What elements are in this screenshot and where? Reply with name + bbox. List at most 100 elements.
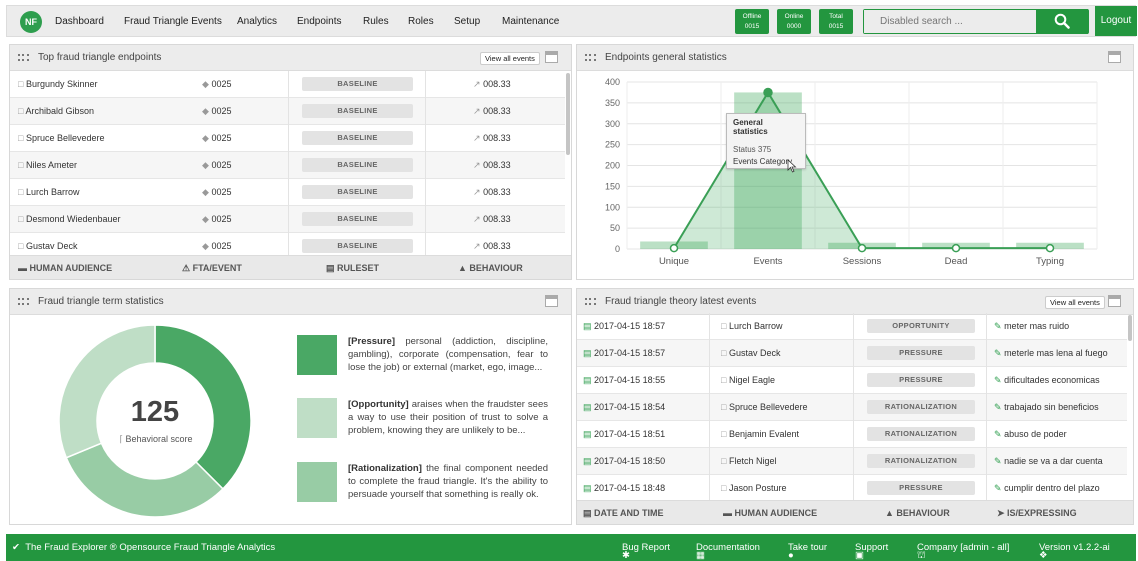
event-endpoint[interactable]: □ Spruce Bellevedere — [721, 402, 808, 412]
github-icon: ❖ — [1039, 550, 1048, 561]
general-stats-chart[interactable]: 0 50 100 150 200 250 300 350 400 Unique Events Sess… — [577, 72, 1133, 280]
endpoint-name[interactable]: □ Desmond Wiedenbauer — [18, 214, 121, 224]
search-button[interactable] — [1036, 9, 1088, 34]
endpoint-name[interactable]: □ Burgundy Skinner — [18, 79, 98, 89]
event-date: ▤ 2017-04-15 18:48 — [583, 483, 666, 493]
footer-take-tour-link[interactable]: ● Take tour — [788, 542, 827, 561]
calendar-icon: ▤ — [583, 348, 592, 358]
pressure-swatch — [297, 335, 337, 375]
event-row[interactable]: ▤ 2017-04-15 18:57 □ Gustav Deck PRESSURE ✎… — [577, 340, 1127, 367]
footer-company-link[interactable]: ⛫ Company [admin - all] — [917, 542, 1009, 561]
endpoint-name[interactable]: □ Niles Ameter — [18, 160, 77, 170]
maximize-icon[interactable] — [1108, 295, 1121, 307]
laptop-icon: □ — [18, 187, 24, 197]
document-icon: ▦ — [696, 550, 705, 561]
scrollbar[interactable] — [566, 73, 570, 155]
event-row[interactable]: ▤ 2017-04-15 18:54 □ Spruce Bellevedere RA… — [577, 394, 1127, 421]
footer-support-link[interactable]: ▣ Support — [855, 542, 888, 561]
endpoint-row[interactable]: □ Gustav Deck ◆ 0025 BASELINE ↗ 008.33 — [10, 233, 565, 257]
event-endpoint[interactable]: □ Jason Posture — [721, 483, 787, 493]
ruleset-pill: BASELINE — [302, 212, 413, 226]
event-row[interactable]: ▤ 2017-04-15 18:51 □ Benjamin Evalent RATI… — [577, 421, 1127, 448]
drag-grip-icon[interactable] — [585, 298, 597, 306]
endpoint-row[interactable]: □ Niles Ameter ◆ 0025 BASELINE ↗ 008.33 — [10, 152, 565, 179]
app-logo[interactable]: NF — [20, 11, 42, 33]
event-phrase[interactable]: ✎ meterle mas lena al fuego — [994, 348, 1108, 359]
endpoint-name[interactable]: □ Archibald Gibson — [18, 106, 94, 116]
view-all-events-button[interactable]: View all events — [480, 52, 540, 65]
line-chart-icon: ↗ — [473, 160, 481, 170]
donut-slice-rationalization[interactable] — [65, 442, 224, 518]
drag-grip-icon[interactable] — [18, 298, 30, 306]
footer-bug-report-link[interactable]: ✱ Bug Report — [622, 542, 670, 561]
nav-setup[interactable]: Setup — [454, 16, 480, 27]
drag-grip-icon[interactable] — [18, 54, 30, 62]
endpoint-row[interactable]: □ Desmond Wiedenbauer ◆ 0025 BASELINE ↗ 008… — [10, 206, 565, 233]
nav-rules[interactable]: Rules — [363, 16, 389, 27]
endpoint-score: ↗ 008.33 — [473, 160, 511, 170]
nav-fraud-triangle-events[interactable]: Fraud Triangle Events — [124, 16, 222, 27]
laptop-icon: □ — [18, 241, 24, 251]
event-endpoint[interactable]: □ Fletch Nigel — [721, 456, 776, 466]
maximize-icon[interactable] — [545, 295, 558, 307]
edit-icon: ✎ — [994, 429, 1002, 439]
event-phrase[interactable]: ✎ trabajado sin beneficios — [994, 402, 1099, 413]
nav-maintenance[interactable]: Maintenance — [502, 16, 559, 27]
event-row[interactable]: ▤ 2017-04-15 18:50 □ Fletch Nigel RATIONAL… — [577, 448, 1127, 475]
endpoint-count: ◆ 0025 — [202, 241, 232, 251]
event-endpoint[interactable]: □ Lurch Barrow — [721, 321, 782, 331]
event-phrase[interactable]: ✎ dificultades economicas — [994, 375, 1100, 386]
event-phrase[interactable]: ✎ meter mas ruido — [994, 321, 1069, 332]
laptop-icon: □ — [721, 483, 727, 493]
event-phrase[interactable]: ✎ nadie se va a dar cuenta — [994, 456, 1103, 467]
endpoint-name[interactable]: □ Lurch Barrow — [18, 187, 79, 197]
rationalization-term: [Rationalization] — [348, 463, 422, 474]
event-endpoint[interactable]: □ Gustav Deck — [721, 348, 780, 358]
event-row[interactable]: ▤ 2017-04-15 18:48 □ Jason Posture PRESSUR… — [577, 475, 1127, 500]
footer-documentation-link[interactable]: ▦ Documentation — [696, 542, 760, 561]
endpoint-row[interactable]: □ Burgundy Skinner ◆ 0025 BASELINE ↗ 008.33 — [10, 71, 565, 98]
event-phrase[interactable]: ✎ abuso de poder — [994, 429, 1067, 440]
nav-dashboard[interactable]: Dashboard — [55, 16, 104, 27]
footer-col-expressing: ➤ IS/EXPRESSING — [997, 508, 1077, 518]
event-row[interactable]: ▤ 2017-04-15 18:55 □ Nigel Eagle PRESSURE ✎… — [577, 367, 1127, 394]
event-endpoint[interactable]: □ Benjamin Evalent — [721, 429, 799, 439]
tag-icon: ◆ — [202, 160, 209, 170]
behavioral-score-label: Behavioral score — [125, 434, 193, 444]
nav-endpoints[interactable]: Endpoints — [297, 16, 341, 27]
endpoint-row[interactable]: □ Lurch Barrow ◆ 0025 BASELINE ↗ 008.33 — [10, 179, 565, 206]
logout-button[interactable]: Logout — [1095, 6, 1137, 36]
event-row[interactable]: ▤ 2017-04-15 18:57 □ Lurch Barrow OPPORTUN… — [577, 313, 1127, 340]
calendar-icon: ▤ — [583, 429, 592, 439]
endpoint-name[interactable]: □ Spruce Bellevedere — [18, 133, 105, 143]
endpoint-row[interactable]: □ Spruce Bellevedere ◆ 0025 BASELINE ↗ 008.… — [10, 125, 565, 152]
laptop-icon: □ — [721, 375, 727, 385]
y-tick-label: 150 — [605, 181, 620, 191]
nav-roles[interactable]: Roles — [408, 16, 434, 27]
mouse-cursor-icon — [787, 159, 797, 173]
drag-grip-icon[interactable] — [585, 54, 597, 62]
endpoint-row[interactable]: □ Archibald Gibson ◆ 0025 BASELINE ↗ 008.33 — [10, 98, 565, 125]
tooltip-status: Status 375 — [733, 145, 772, 154]
event-endpoint[interactable]: □ Nigel Eagle — [721, 375, 775, 385]
view-all-events-button[interactable]: View all events — [1045, 296, 1105, 309]
event-phrase[interactable]: ✎ cumplir dentro del plazo — [994, 483, 1100, 494]
opportunity-term: [Opportunity] — [348, 399, 409, 410]
search-input[interactable] — [864, 10, 1038, 33]
total-badge[interactable]: Total 0015 — [819, 9, 853, 34]
maximize-icon[interactable] — [545, 51, 558, 63]
rationalization-description: [Rationalization] the final component ne… — [348, 462, 548, 501]
footer-version: ❖ Version v1.2.2-ai — [1039, 542, 1110, 561]
maximize-icon[interactable] — [1108, 51, 1121, 63]
behaviour-pill: RATIONALIZATION — [867, 427, 975, 441]
panel-header: Fraud triangle term statistics — [10, 289, 571, 315]
event-date: ▤ 2017-04-15 18:50 — [583, 456, 666, 466]
offline-badge[interactable]: Offline 0015 — [735, 9, 769, 34]
endpoint-score: ↗ 008.33 — [473, 214, 511, 224]
total-count: 0015 — [828, 23, 844, 30]
online-badge[interactable]: Online 0000 — [777, 9, 811, 34]
scrollbar[interactable] — [1128, 315, 1132, 341]
endpoint-name[interactable]: □ Gustav Deck — [18, 241, 77, 251]
nav-analytics[interactable]: Analytics — [237, 16, 277, 27]
calendar-icon: ▤ — [583, 375, 592, 385]
